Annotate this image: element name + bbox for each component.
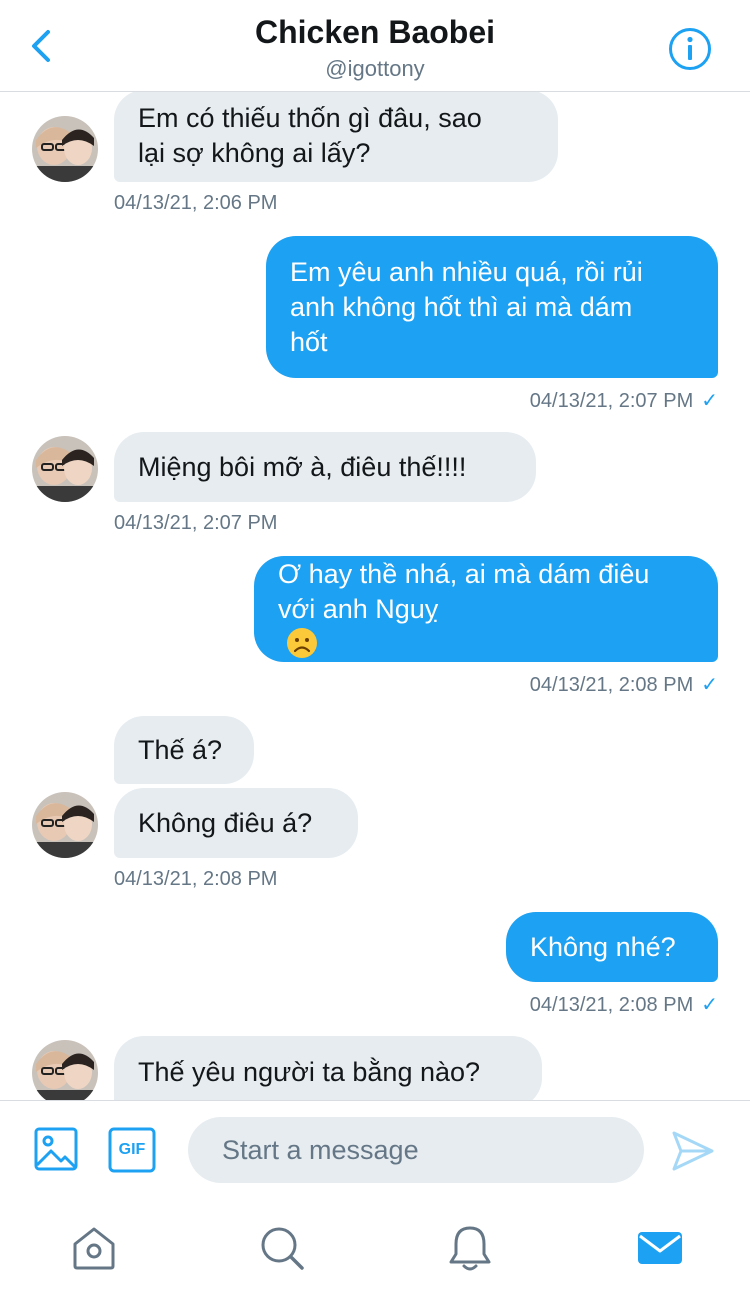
message-timestamp: 04/13/21, 2:06 PM: [114, 192, 278, 214]
send-button[interactable]: [670, 1129, 716, 1173]
message-bubble-incoming[interactable]: Không điêu á?: [114, 788, 358, 858]
message-text: Thế yêu người ta bằng nào?: [138, 1056, 481, 1087]
message-list[interactable]: Em có thiếu thốn gì đâu, sao lại sợ khôn…: [0, 92, 750, 1100]
message-timestamp: 04/13/21, 2:07 PM ✓: [529, 390, 718, 412]
tab-messages[interactable]: [636, 1224, 684, 1272]
contact-avatar[interactable]: [32, 792, 98, 858]
contact-avatar[interactable]: [32, 1040, 98, 1100]
message-text: Em có thiếu thốn gì đâu, sao lại sợ khôn…: [138, 103, 482, 168]
message-bubble-outgoing[interactable]: Không nhé?: [506, 912, 718, 982]
message-bubble-incoming[interactable]: Miệng bôi mỡ à, điêu thế!!!!: [114, 432, 536, 502]
message-timestamp: 04/13/21, 2:08 PM: [114, 868, 278, 890]
tab-search[interactable]: [258, 1224, 306, 1272]
search-icon: [261, 1227, 304, 1270]
message-text: Thế á?: [138, 734, 223, 765]
notifications-icon: [449, 1226, 491, 1271]
home-icon: [73, 1227, 115, 1270]
conversation-header: Chicken Baobei @igottony: [0, 0, 750, 92]
conversation-handle: @igottony: [325, 56, 425, 81]
tab-notifications[interactable]: [446, 1224, 494, 1272]
messages-icon: [638, 1232, 682, 1264]
message-text: Ơ hay thề nhá, ai mà dám điêu với anh Ng…: [278, 557, 649, 662]
message-text: Miệng bôi mỡ à, điêu thế!!!!: [138, 451, 467, 482]
check-icon: ✓: [701, 674, 718, 696]
add-photo-button[interactable]: [34, 1127, 80, 1173]
image-icon: [34, 1127, 78, 1171]
message-bubble-incoming[interactable]: Thế yêu người ta bằng nào?: [114, 1036, 542, 1100]
message-input[interactable]: [188, 1117, 644, 1183]
message-timestamp: 04/13/21, 2:08 PM ✓: [529, 994, 718, 1016]
message-bubble-incoming[interactable]: Em có thiếu thốn gì đâu, sao lại sợ khôn…: [114, 92, 558, 182]
message-bubble-incoming[interactable]: Thế á?: [114, 716, 254, 784]
message-bubble-outgoing[interactable]: Ơ hay thề nhá, ai mà dám điêu với anh Ng…: [254, 556, 718, 662]
add-gif-button[interactable]: GIF: [108, 1127, 156, 1173]
conversation-title[interactable]: Chicken Baobei: [0, 14, 750, 51]
message-timestamp: 04/13/21, 2:08 PM ✓: [529, 674, 718, 696]
check-icon: ✓: [701, 994, 718, 1016]
bottom-tab-bar: [0, 1200, 750, 1297]
gif-label: GIF: [118, 1141, 146, 1158]
message-text: Không nhé?: [530, 931, 676, 962]
message-bubble-outgoing[interactable]: Em yêu anh nhiều quá, rồi rủi anh không …: [266, 236, 718, 378]
tab-home[interactable]: [70, 1224, 118, 1272]
check-icon: ✓: [701, 390, 718, 412]
send-icon: [672, 1131, 714, 1171]
contact-avatar[interactable]: [32, 116, 98, 182]
message-text: Không điêu á?: [138, 807, 313, 838]
message-text: Em yêu anh nhiều quá, rồi rủi anh không …: [290, 256, 643, 357]
info-icon: [669, 28, 711, 70]
info-button[interactable]: [667, 26, 713, 72]
message-composer: GIF: [0, 1100, 750, 1200]
contact-avatar[interactable]: [32, 436, 98, 502]
message-timestamp: 04/13/21, 2:07 PM: [114, 512, 278, 534]
frowning-face-emoji: [287, 627, 317, 658]
